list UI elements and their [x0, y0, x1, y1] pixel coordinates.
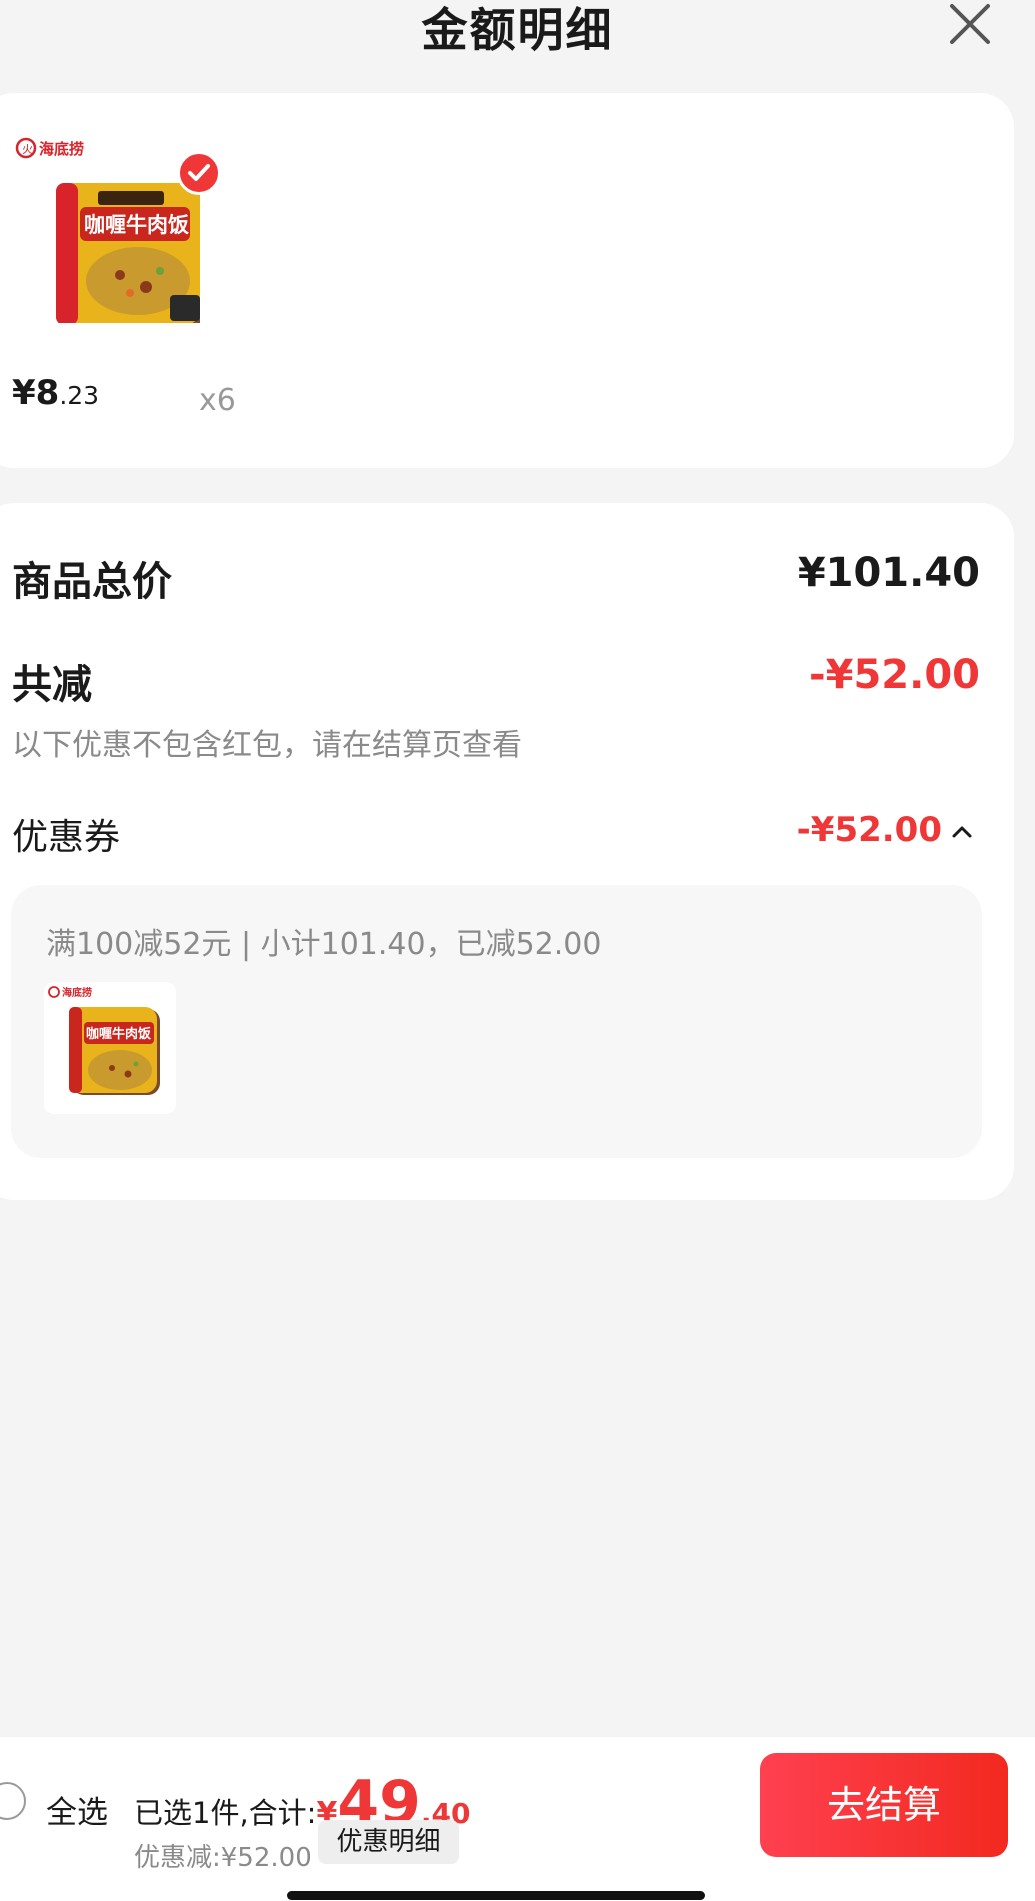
svg-text:海底捞: 海底捞	[62, 986, 92, 999]
home-indicator[interactable]	[287, 1891, 705, 1900]
product-image: 海底捞 咖喱牛肉饭	[48, 986, 160, 1095]
item-price-main: ¥8	[12, 373, 60, 413]
reduction-label: 共减	[12, 662, 92, 708]
close-icon[interactable]	[946, 0, 994, 48]
coupon-value[interactable]: -¥52.00	[797, 810, 942, 850]
svg-text:咖喱牛肉饭: 咖喱牛肉饭	[86, 1026, 151, 1042]
brand-logo-text: 海底捞	[39, 140, 84, 158]
goods-total-value: ¥101.40	[797, 550, 980, 596]
checkout-button[interactable]: 去结算	[760, 1753, 1008, 1857]
discount-note: 以下优惠不包含红包，请在结算页查看	[12, 728, 522, 763]
select-all-radio[interactable]	[0, 1782, 26, 1820]
header: 金额明细	[0, 0, 1035, 70]
chevron-up-icon[interactable]	[950, 821, 974, 841]
product-image[interactable]: 火 海底捞 咖喱牛肉饭	[10, 133, 200, 323]
coupon-detail-box: 满100减52元 | 小计101.40，已减52.00 海底捞 咖喱牛肉饭	[11, 885, 982, 1158]
coupon-item-thumbnail[interactable]: 海底捞 咖喱牛肉饭	[44, 982, 176, 1114]
selected-count-text: 已选1件,合计:	[134, 1796, 317, 1830]
page-title: 金额明细	[421, 3, 614, 57]
amount-summary-card: 商品总价 ¥101.40 共减 -¥52.00 以下优惠不包含红包，请在结算页查…	[0, 503, 1014, 1200]
item-price-cents: .23	[59, 381, 100, 410]
product-card: 火 海底捞 咖喱牛肉饭 ¥8.23 x6	[0, 93, 1014, 468]
item-quantity: x6	[199, 383, 236, 418]
svg-text:火: 火	[22, 143, 33, 156]
coupon-detail-text: 满100减52元 | 小计101.40，已减52.00	[46, 927, 602, 962]
goods-total-label: 商品总价	[12, 559, 172, 605]
discount-detail-button[interactable]: 优惠明细	[318, 1820, 459, 1864]
checkout-bar: 全选 已选1件,合计:¥49.40 优惠减:¥52.00 优惠明细 去结算	[0, 1737, 1035, 1901]
checkmark-icon	[188, 164, 210, 181]
coupon-label[interactable]: 优惠券	[12, 808, 120, 860]
svg-text:咖喱牛肉饭: 咖喱牛肉饭	[84, 213, 189, 237]
item-selected-checkbox[interactable]	[177, 151, 221, 195]
select-all-label[interactable]: 全选	[46, 1787, 108, 1832]
discount-summary: 优惠减:¥52.00	[134, 1843, 312, 1873]
reduction-value: -¥52.00	[809, 652, 980, 698]
item-price: ¥8.23	[12, 373, 99, 413]
